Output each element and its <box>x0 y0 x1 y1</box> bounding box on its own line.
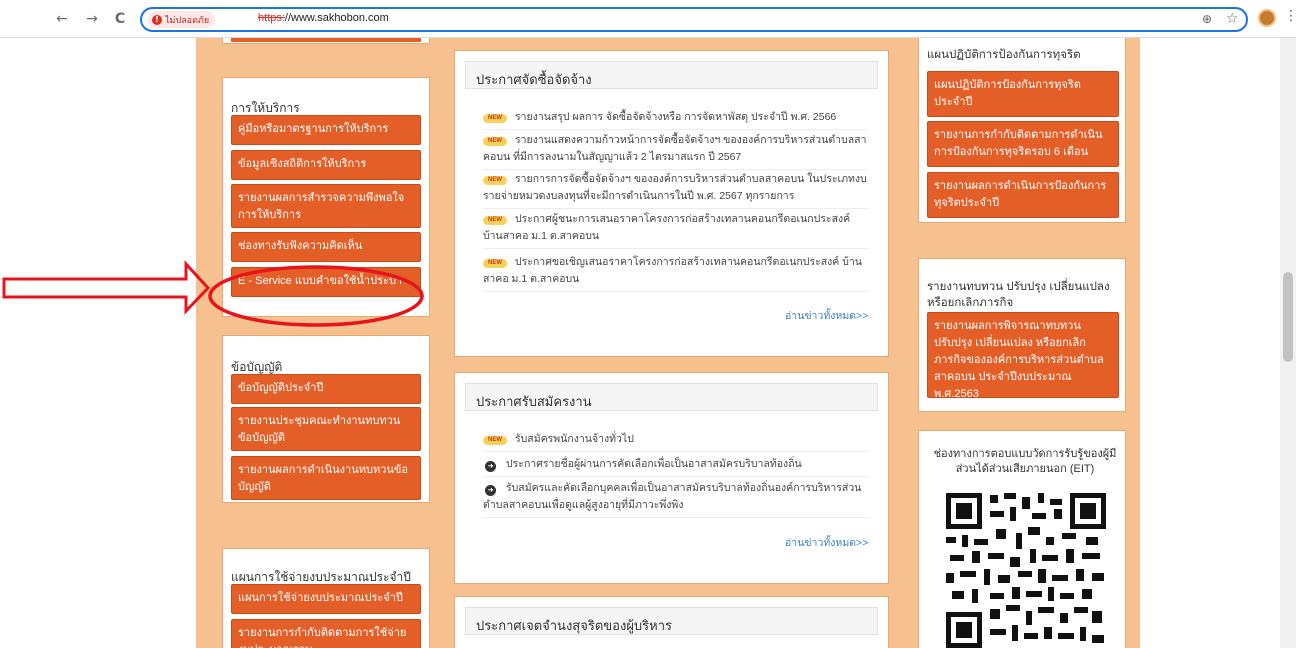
url-host: //www.sakhobon.com <box>284 12 389 24</box>
security-chip[interactable]: ! ไม่ปลอดภัย <box>148 11 216 28</box>
bylaws-review-report-button[interactable]: รายงานผลการดำเนินงานทบทวนข้อบัญญัติ <box>231 456 421 500</box>
procurement-header: ประกาศจัดซื้อจัดจ้าง <box>465 61 878 89</box>
url-scheme: https: <box>258 12 285 24</box>
review-title: รายงานทบทวน ปรับปรุง เปลี่ยนแปลง หรือยกเ… <box>927 281 1110 309</box>
security-label: ไม่ปลอดภัย <box>165 15 210 26</box>
procurement-panel: ประกาศจัดซื้อจัดจ้าง NEW รายงานสรุป ผลการ… <box>454 50 889 357</box>
page-viewport: การให้บริการ คู่มือหรือมาตรฐานการให้บริก… <box>0 38 1296 648</box>
budget-plan-button[interactable]: แผนการใช้จ่ายงบประมาณประจำปี <box>231 584 421 614</box>
procurement-title: ประกาศจัดซื้อจัดจ้าง <box>476 72 592 87</box>
annotation-overlay <box>2 260 424 327</box>
arrow-circle-icon: ➜ <box>485 485 496 496</box>
procurement-item[interactable]: NEW ประกาศขอเชิญเสนอราคาโครงการก่อสร้างเท… <box>483 254 869 292</box>
procurement-read-more-link[interactable]: อ่านข่าวทั้งหมด>> <box>785 307 868 324</box>
annual-bylaws-button[interactable]: ข้อบัญญัติประจำปี <box>231 374 421 404</box>
back-icon[interactable]: ← <box>52 9 72 29</box>
annotation-ellipse <box>208 265 424 327</box>
new-badge-icon: NEW <box>483 216 507 225</box>
intent-header: ประกาศเจตจำนงสุจริตของผู้บริหาร <box>465 607 878 635</box>
eit-title: ช่องทางการตอบแบบวัดการรับรู้ของผู้มีส่วน… <box>933 448 1117 475</box>
budget-monitoring-button[interactable]: รายงานการกำกับติดตามการใช้จ่ายงบประมาณรอ… <box>231 619 421 648</box>
new-badge-icon: NEW <box>483 137 507 146</box>
review-report-button[interactable]: รายงานผลการพิจารณาทบทวน ปรับปรุง เปลี่ยน… <box>927 312 1119 400</box>
jobs-item[interactable]: NEW รับสมัครพนักงานจ้างทั่วไป <box>483 431 869 452</box>
jobs-header: ประกาศรับสมัครงาน <box>465 383 878 411</box>
zoom-icon[interactable]: ⊕ <box>1202 12 1212 26</box>
address-bar[interactable]: ! ไม่ปลอดภัย https://www.sakhobon.com ⊕ … <box>140 7 1248 32</box>
bylaws-meeting-report-button[interactable]: รายงานประชุมคณะทำงานทบทวนข้อบัญญัติ <box>231 407 421 451</box>
qr-code-image[interactable] <box>946 493 1106 648</box>
anticorruption-annual-button[interactable]: รายงานผลการดำเนินการป้องกันการทุจริตประจ… <box>927 172 1119 218</box>
profile-avatar[interactable] <box>1258 9 1276 27</box>
forward-icon[interactable]: → <box>82 9 102 29</box>
anticorruption-plan-button[interactable]: แผนปฏิบัติการป้องกันการทุจริตประจำปี <box>927 71 1119 117</box>
new-badge-icon: NEW <box>483 259 507 268</box>
review-box: รายงานทบทวน ปรับปรุง เปลี่ยนแปลง หรือยกเ… <box>918 258 1126 412</box>
new-badge-icon: NEW <box>483 176 507 185</box>
reload-icon[interactable]: C <box>110 9 130 29</box>
bylaws-box: ข้อบัญญัติ ข้อบัญญัติประจำปี รายงานประชุ… <box>222 335 430 503</box>
new-badge-icon: NEW <box>483 114 507 123</box>
intent-panel: ประกาศเจตจำนงสุจริตของผู้บริหาร <box>454 596 889 648</box>
bookmark-star-icon[interactable]: ☆ <box>1226 11 1239 27</box>
scrollbar-thumb[interactable] <box>1283 272 1293 362</box>
procurement-item[interactable]: NEW รายงานแสดงความก้าวหน้าการจัดซื้อจัดจ้… <box>483 132 869 170</box>
url-text[interactable]: https://www.sakhobon.com <box>258 12 389 24</box>
intent-title: ประกาศเจตจำนงสุจริตของผู้บริหาร <box>476 618 673 633</box>
jobs-title: ประกาศรับสมัครงาน <box>476 394 592 409</box>
procurement-item[interactable]: NEW ประกาศผู้ชนะการเสนอราคาโครงการก่อสร้า… <box>483 211 869 249</box>
annotation-arrow-icon <box>2 260 211 315</box>
menu-icon[interactable]: ⋮ <box>1284 8 1296 24</box>
jobs-item[interactable]: ➜ รับสมัครและคัดเลือกบุคคลเพื่อเป็นอาสาสม… <box>483 480 869 518</box>
warning-icon: ! <box>152 14 162 25</box>
arrow-circle-icon: ➜ <box>485 461 496 472</box>
browser-toolbar: ← → C ! ไม่ปลอดภัย https://www.sakhobon.… <box>0 0 1296 38</box>
procurement-item[interactable]: NEW รายการการจัดซื้อจัดจ้างฯ ขององค์การบร… <box>483 171 869 209</box>
anticorruption-box: แผนปฏิบัติการป้องกันการทุจริต แผนปฏิบัติ… <box>918 38 1126 223</box>
jobs-read-more-link[interactable]: อ่านข่าวทั้งหมด>> <box>785 534 868 551</box>
procurement-item[interactable]: NEW รายงานสรุป ผลการ จัดซื้อจัดจ้างหรือ ก… <box>483 109 869 130</box>
jobs-item[interactable]: ➜ ประกาศรายชื่อผู้ผ่านการคัดเลือกเพื่อเป็… <box>483 456 869 477</box>
budget-box: แผนการใช้จ่ายงบประมาณประจำปี แผนการใช้จ่… <box>222 548 430 648</box>
anticorruption-6month-button[interactable]: รายงานการกำกับติดตามการดำเนินการป้องกันก… <box>927 121 1119 167</box>
anticorruption-title: แผนปฏิบัติการป้องกันการทุจริต <box>927 49 1081 61</box>
new-badge-icon: NEW <box>483 436 507 445</box>
jobs-panel: ประกาศรับสมัครงาน NEW รับสมัครพนักงานจ้าง… <box>454 372 889 584</box>
